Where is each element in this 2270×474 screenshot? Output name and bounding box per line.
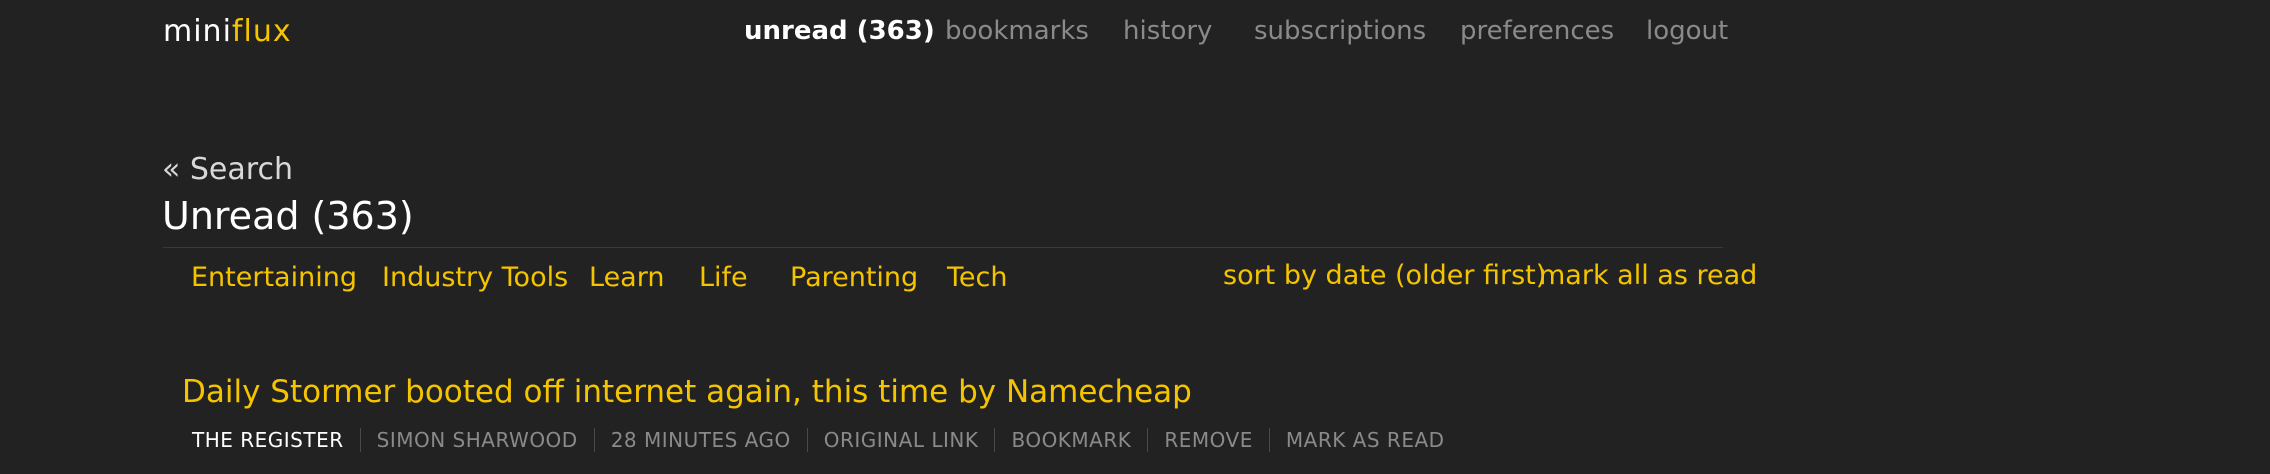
item-feed-link[interactable]: The Register (192, 428, 360, 452)
nav-history[interactable]: history (1123, 16, 1212, 46)
header-divider (163, 247, 1723, 248)
item-remove-link[interactable]: remove (1147, 428, 1269, 452)
item-title-link[interactable]: Daily Stormer booted off internet again,… (182, 374, 1192, 410)
nav-subscriptions[interactable]: subscriptions (1254, 16, 1426, 46)
logo-part-mini: mini (163, 14, 232, 49)
nav-unread[interactable]: unread (363) (744, 16, 935, 46)
group-parenting[interactable]: Parenting (790, 262, 918, 293)
page-title: Unread (363) (162, 194, 414, 238)
logo-part-flux: flux (231, 14, 292, 49)
item-mark-read-link[interactable]: mark as read (1268, 428, 1461, 452)
item-author: Simon Sharwood (359, 428, 594, 452)
nav-preferences[interactable]: preferences (1460, 16, 1614, 46)
page: miniflux unread (363) bookmarks history … (0, 0, 2270, 474)
group-industry-tools[interactable]: Industry Tools (382, 262, 568, 293)
sort-by-date-link[interactable]: sort by date (older first) (1223, 260, 1546, 291)
group-entertaining[interactable]: Entertaining (191, 262, 357, 293)
group-learn[interactable]: Learn (589, 262, 664, 293)
item-meta: The Register Simon Sharwood 28 minutes a… (192, 428, 1461, 452)
item-original-link[interactable]: original link (806, 428, 995, 452)
item-time: 28 minutes ago (593, 428, 807, 452)
back-to-search-link[interactable]: « Search (162, 152, 293, 187)
group-tech[interactable]: Tech (947, 262, 1007, 293)
logo[interactable]: miniflux (163, 14, 292, 49)
nav-bookmarks[interactable]: bookmarks (945, 16, 1089, 46)
group-life[interactable]: Life (699, 262, 748, 293)
mark-all-read-link[interactable]: mark all as read (1539, 260, 1757, 291)
item-bookmark-link[interactable]: bookmark (994, 428, 1147, 452)
nav-logout[interactable]: logout (1646, 16, 1728, 46)
